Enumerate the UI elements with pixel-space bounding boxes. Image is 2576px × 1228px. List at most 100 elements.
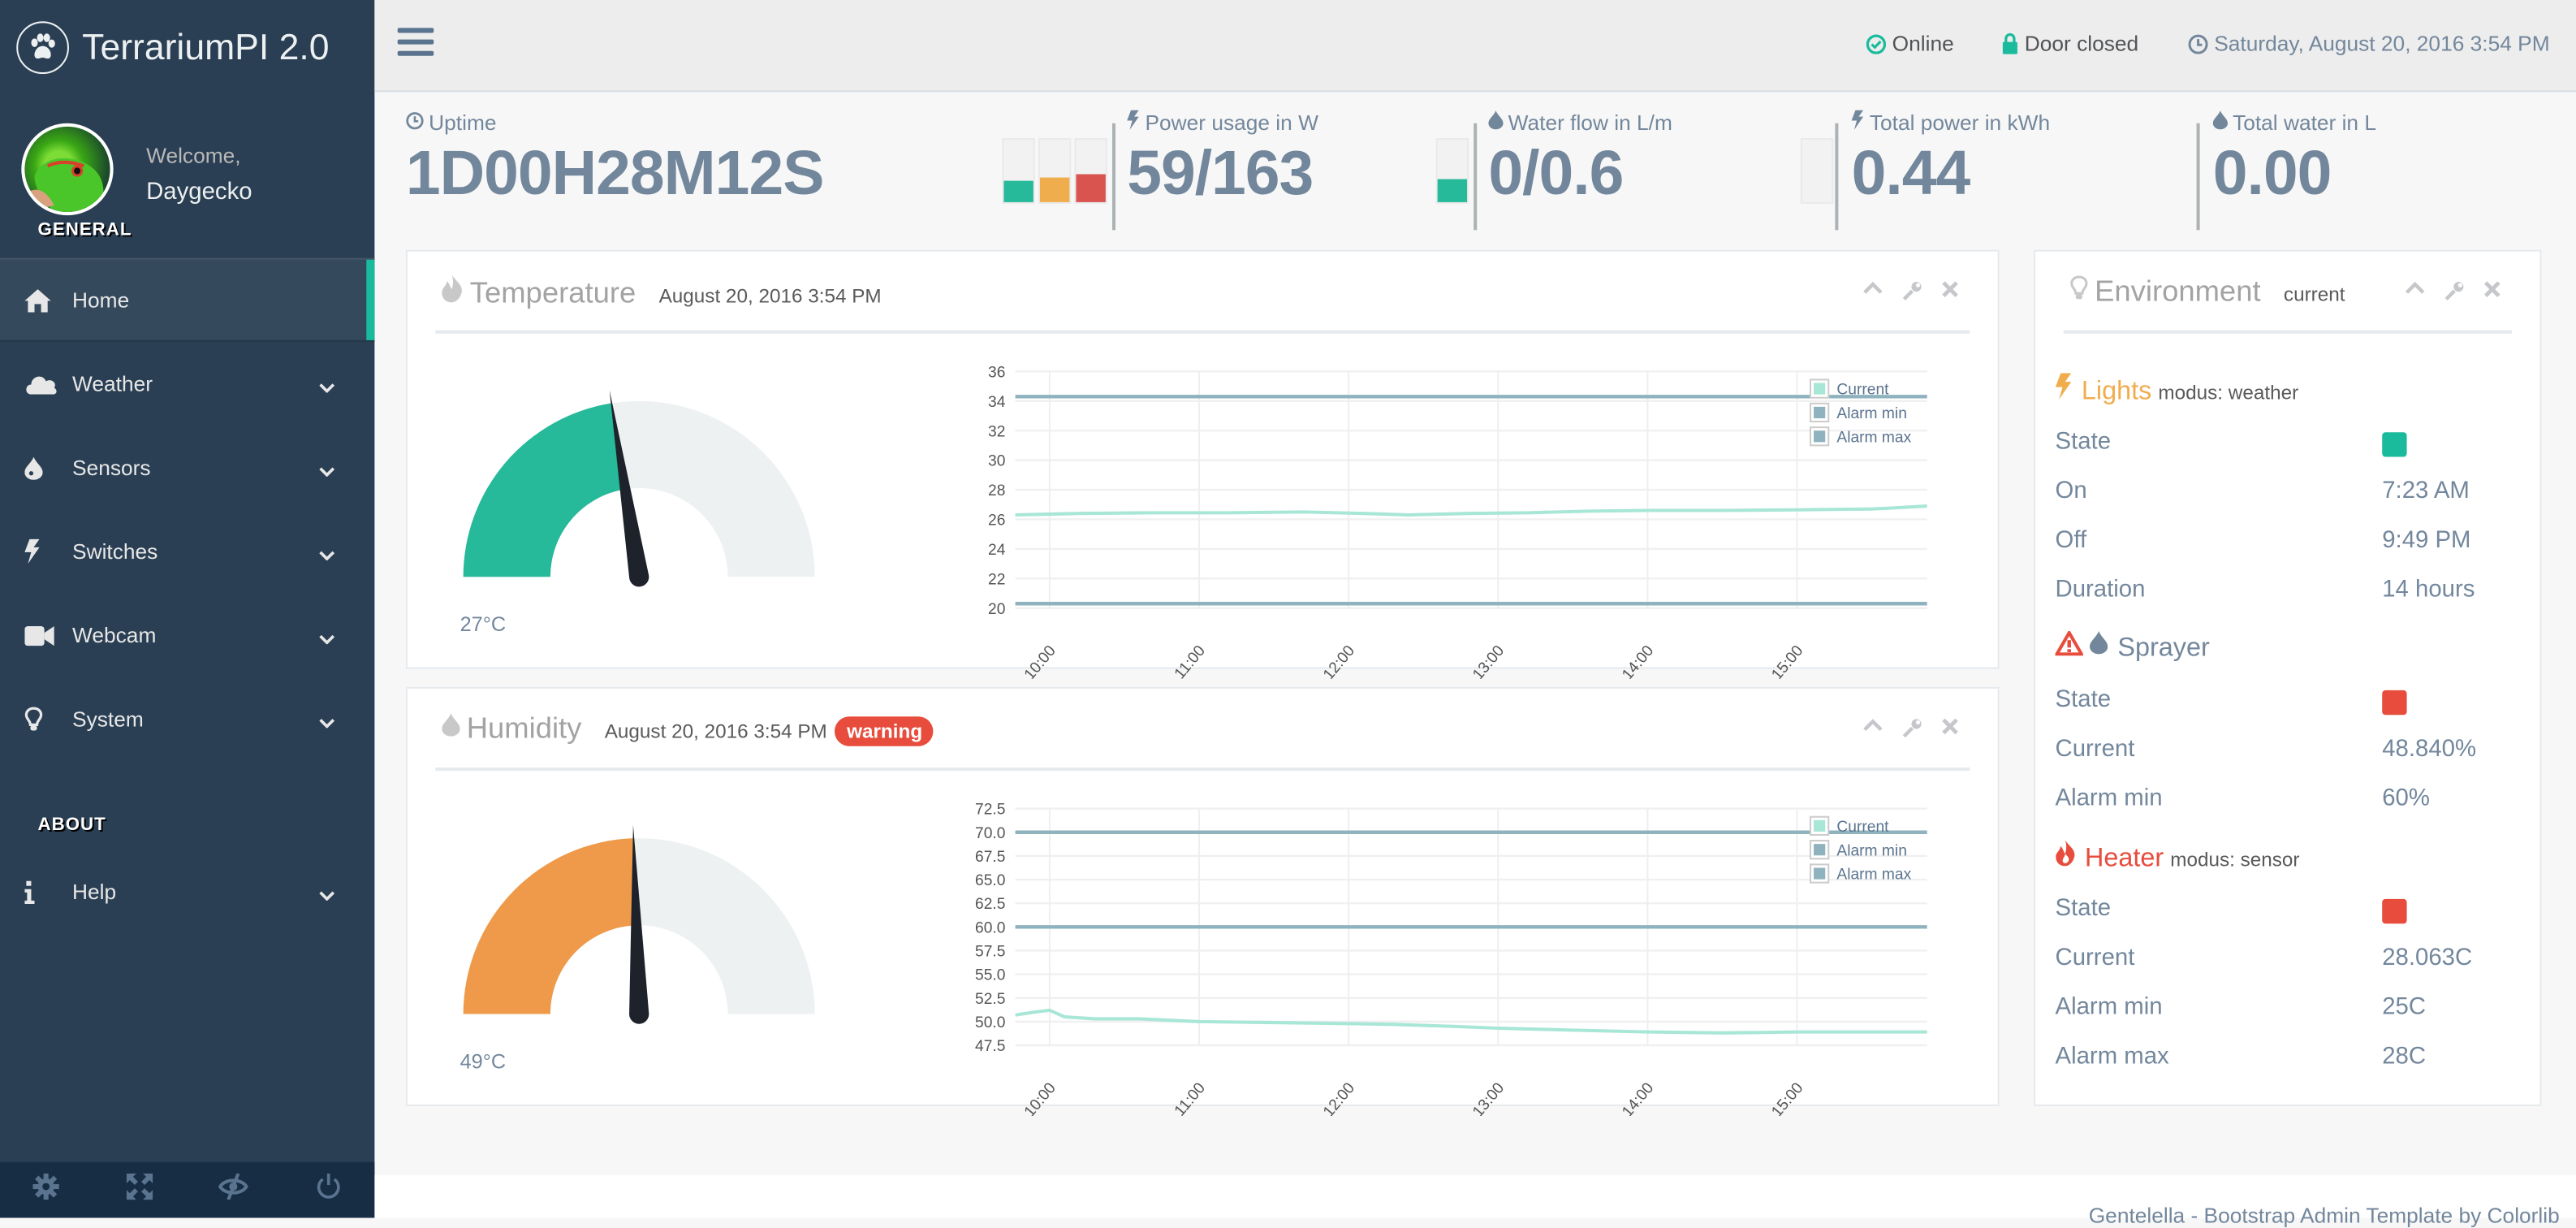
tile-divider	[1835, 123, 1839, 231]
heater-state-indicator	[2382, 898, 2407, 924]
x-tick-label: 15:00	[1768, 642, 1806, 679]
warning-icon	[2054, 629, 2085, 664]
water-bar-fill	[1437, 179, 1468, 202]
lights-state-indicator	[2382, 432, 2407, 457]
sidebar-item-label: System	[72, 707, 144, 732]
y-tick-label: 36	[988, 364, 1005, 381]
sidebar-item-help[interactable]: Help	[0, 850, 374, 933]
wrench-icon[interactable]	[1902, 718, 1922, 738]
x-tick-label: 14:00	[1619, 1079, 1657, 1116]
heater-modus: modus: sensor	[2170, 848, 2300, 871]
sidebar-item-label: Switches	[72, 538, 158, 564]
sidebar-item-webcam[interactable]: Webcam	[0, 594, 374, 677]
page-footer: Gentelella - Bootstrap Admin Template by…	[374, 1174, 2576, 1228]
tile-total-power: Total power in kWh 0.44	[1851, 110, 2050, 210]
tile-divider	[2196, 123, 2200, 231]
fire-icon	[442, 274, 463, 311]
tile-divider	[1111, 123, 1116, 231]
panel-title: Humidity	[466, 711, 582, 745]
close-icon[interactable]	[2483, 281, 2500, 301]
power-bar-fill	[1076, 175, 1106, 202]
sidebar-item-sensors[interactable]: Sensors	[0, 426, 374, 509]
y-tick-label: 55.0	[975, 967, 1005, 984]
chevron-down-icon	[319, 457, 335, 482]
y-tick-label: 22	[988, 571, 1005, 588]
collapse-icon[interactable]	[1863, 281, 1883, 301]
panel-title: Environment	[2095, 274, 2261, 308]
sidebar-item-weather[interactable]: Weather	[0, 342, 374, 426]
lights-modus: modus: weather	[2158, 381, 2299, 404]
power-bar-fill	[1003, 179, 1033, 202]
online-status: Online	[1866, 31, 1954, 56]
top-status: Online Door closed Saturday, August 20, …	[1817, 31, 2550, 56]
fire-icon	[2056, 840, 2077, 874]
y-tick-label: 67.5	[975, 849, 1005, 866]
legend-swatch	[1814, 406, 1826, 419]
tile-label: Power usage in W	[1145, 110, 1318, 135]
humidity-chart: 47.5 50.0 52.5 55.0 57.5 60.0 62.5 65.0 67.5 70.0…	[975, 802, 1927, 1116]
x-tick-label: 14:00	[1619, 642, 1657, 679]
collapse-icon[interactable]	[1863, 718, 1883, 737]
y-tick-label: 60.0	[975, 919, 1005, 936]
tile-value: 59/163	[1127, 140, 1314, 209]
sidebar-item-home[interactable]: Home	[0, 257, 375, 342]
footer-credit: Gentelella - Bootstrap Admin Template by…	[2088, 1203, 2560, 1228]
eye-slash-icon[interactable]	[218, 1172, 249, 1207]
gauge-value-label: 27°C	[460, 612, 507, 637]
close-icon[interactable]	[1942, 718, 1958, 737]
power-bar-2	[1038, 137, 1072, 204]
y-tick-label: 65.0	[975, 872, 1005, 889]
chevron-down-icon	[319, 708, 335, 733]
tile-uptime: Uptime 1D00H28M12S	[405, 110, 825, 210]
gauge-value-arc	[463, 403, 626, 577]
fullscreen-icon[interactable]	[126, 1172, 153, 1207]
gear-icon[interactable]	[32, 1172, 60, 1207]
gauge-value-label: 49°C	[460, 1050, 507, 1074]
wrench-icon[interactable]	[2444, 281, 2464, 301]
lights-section-header: Lights modus: weather	[2055, 373, 2299, 407]
panel-title: Temperature	[469, 275, 636, 309]
tile-value: 0.44	[1851, 140, 1971, 209]
bolt-icon	[1851, 110, 1865, 135]
series-line-current	[1015, 504, 1927, 517]
close-icon[interactable]	[1942, 281, 1958, 301]
legend-swatch	[1814, 383, 1826, 395]
sidebar-item-switches[interactable]: Switches	[0, 509, 374, 593]
sidebar-item-label: Home	[72, 288, 130, 313]
tile-total-water: Total water in L 0.00	[2212, 110, 2377, 210]
chevron-down-icon	[319, 541, 335, 565]
power-bar-fill	[1039, 177, 1070, 202]
section-general-title: GENERAL	[37, 220, 132, 240]
wrench-icon[interactable]	[1902, 281, 1922, 301]
stats-tiles: Uptime 1D00H28M12S Power usage in W 59/1…	[374, 93, 2576, 241]
lights-title: Lights	[2081, 378, 2152, 406]
y-tick-label: 52.5	[975, 991, 1005, 1008]
power-icon[interactable]	[315, 1172, 341, 1207]
y-tick-label: 50.0	[975, 1014, 1005, 1031]
tile-value: 1D00H28M12S	[405, 140, 825, 209]
tile-label: Water flow in L/m	[1508, 110, 1672, 135]
lightbulb-icon	[24, 707, 57, 731]
sidebar-item-system[interactable]: System	[0, 677, 374, 761]
warning-badge: warning	[835, 716, 934, 746]
avatar[interactable]	[21, 123, 114, 216]
x-tick-label: 11:00	[1171, 1079, 1209, 1116]
tint-icon	[24, 456, 57, 479]
brand[interactable]: TerrariumPI 2.0	[0, 0, 374, 93]
sidebar: TerrariumPI 2.0 Welcome, Daygecko GENERA…	[0, 0, 375, 1218]
y-tick-label: 34	[988, 394, 1006, 411]
tint-icon	[2212, 110, 2229, 135]
panel-header: Humidity August 20, 2016 3:54 PM warning	[435, 689, 1970, 772]
menu-toggle-icon[interactable]	[397, 28, 434, 62]
tile-water-flow: Water flow in L/m 0/0.6	[1488, 110, 1672, 210]
y-tick-label: 70.0	[975, 825, 1005, 842]
app-root: TerrariumPI 2.0 Welcome, Daygecko GENERA…	[0, 0, 2576, 1228]
y-tick-label: 47.5	[975, 1038, 1005, 1055]
lock-icon	[2003, 32, 2018, 54]
tile-value: 0/0.6	[1488, 140, 1624, 209]
collapse-icon[interactable]	[2406, 281, 2425, 301]
legend-swatch	[1814, 844, 1826, 856]
tile-label: Total water in L	[2233, 110, 2377, 135]
water-flow-bar	[1435, 137, 1469, 204]
x-tick-label: 15:00	[1768, 1079, 1806, 1116]
